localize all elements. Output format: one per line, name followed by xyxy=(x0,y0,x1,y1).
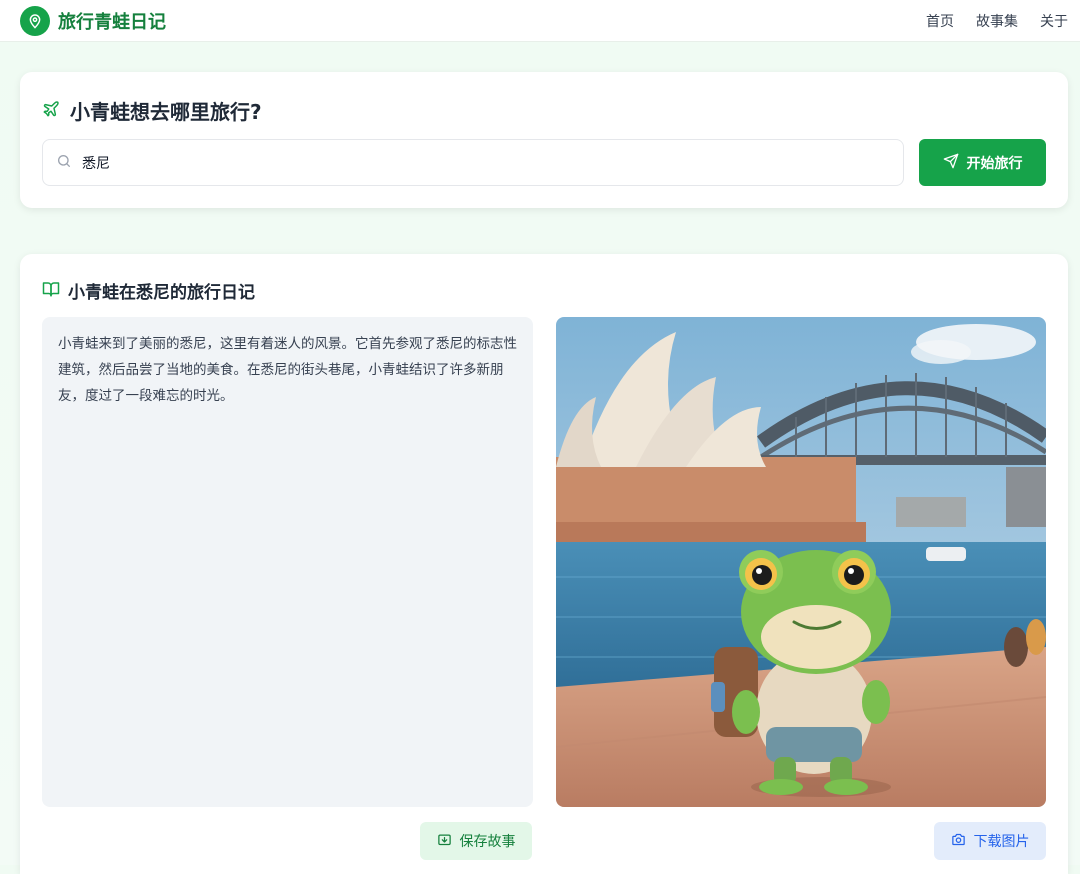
diary-heading: 小青蛙在悉尼的旅行日记 xyxy=(42,278,255,303)
destination-title: 小青蛙想去哪里旅行? xyxy=(70,100,262,124)
book-open-icon xyxy=(42,280,60,302)
main-nav: 首页 故事集 关于 xyxy=(926,11,1068,31)
diary-title: 小青蛙在悉尼的旅行日记 xyxy=(68,283,255,303)
download-image-label: 下载图片 xyxy=(973,834,1030,850)
nav-about[interactable]: 关于 xyxy=(1040,11,1068,31)
save-icon xyxy=(437,832,452,851)
send-icon xyxy=(943,153,959,173)
download-image-button[interactable]: 下载图片 xyxy=(934,822,1046,860)
nav-home[interactable]: 首页 xyxy=(926,11,954,31)
destination-input[interactable] xyxy=(82,154,862,171)
save-story-label: 保存故事 xyxy=(459,834,516,850)
start-travel-button[interactable]: 开始旅行 xyxy=(919,139,1046,186)
story-panel: 小青蛙来到了美丽的悉尼，这里有着迷人的风景。它首先参观了悉尼的标志性建筑，然后品… xyxy=(42,317,533,807)
travel-image xyxy=(556,317,1046,807)
brand[interactable]: 旅行青蛙日记 xyxy=(20,5,166,36)
map-pin-icon xyxy=(20,5,50,36)
search-icon xyxy=(56,153,72,173)
nav-stories[interactable]: 故事集 xyxy=(976,11,1018,31)
destination-search-box[interactable] xyxy=(42,139,904,186)
diary-card: 小青蛙在悉尼的旅行日记 小青蛙来到了美丽的悉尼，这里有着迷人的风景。它首先参观了… xyxy=(20,254,1068,874)
destination-card: 小青蛙想去哪里旅行? 开始旅行 xyxy=(20,72,1068,208)
save-story-button[interactable]: 保存故事 xyxy=(420,822,532,860)
plane-icon xyxy=(42,100,60,122)
start-travel-label: 开始旅行 xyxy=(966,155,1023,172)
camera-icon xyxy=(951,832,966,851)
brand-title: 旅行青蛙日记 xyxy=(58,11,166,33)
story-text: 小青蛙来到了美丽的悉尼，这里有着迷人的风景。它首先参观了悉尼的标志性建筑，然后品… xyxy=(58,336,517,404)
destination-heading: 小青蛙想去哪里旅行? xyxy=(42,96,262,125)
top-bar: 旅行青蛙日记 首页 故事集 关于 xyxy=(0,0,1080,42)
